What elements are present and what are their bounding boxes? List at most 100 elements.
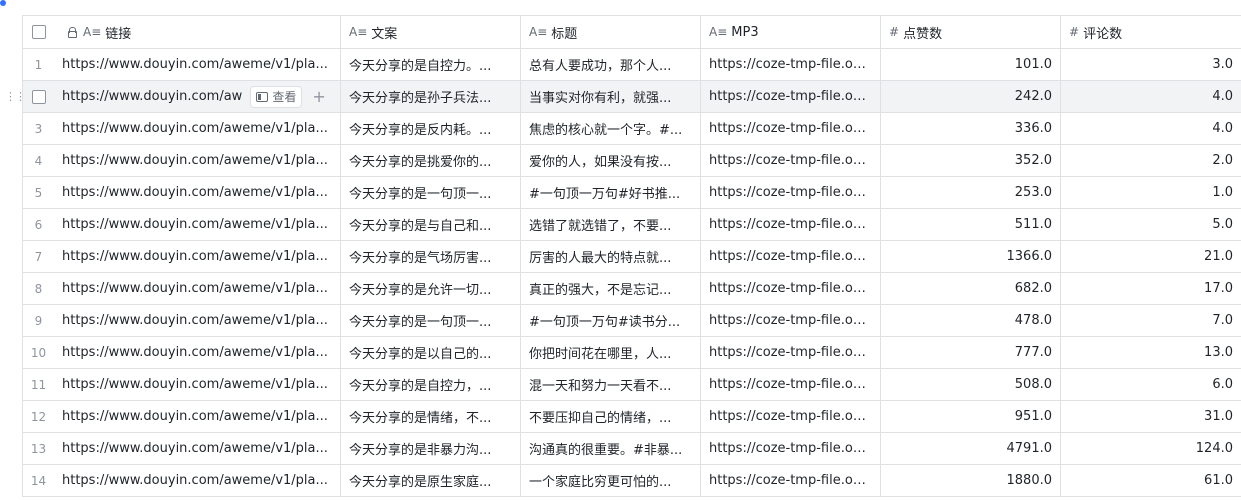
cell-mp3[interactable]: https://coze-tmp-file.oss... [701, 177, 881, 208]
table-row[interactable]: 3 https://www.douyin.com/aweme/v1/pla... 今… [23, 113, 1241, 145]
cell-mp3[interactable]: https://coze-tmp-file.oss... [701, 209, 881, 240]
cell-link[interactable]: https://www.douyin.com/aweme/v1/pla... [54, 401, 341, 432]
row-select-cell[interactable]: ⋮⋮ [5, 81, 54, 112]
column-header-likes[interactable]: # 点赞数 [881, 16, 1061, 48]
cell-title[interactable]: 总有人要成功，那个人... [521, 49, 701, 80]
cell-title[interactable]: 爱你的人，如果没有按... [521, 145, 701, 176]
cell-title[interactable]: 选错了就选错了，不要... [521, 209, 701, 240]
cell-copy[interactable]: 今天分享的是非暴力沟... [341, 433, 521, 464]
cell-link[interactable]: https://www.douyin.com/aweme/v1/pla... [54, 465, 341, 496]
select-all-checkbox[interactable] [31, 25, 46, 39]
cell-comments[interactable]: 2.0 [1061, 145, 1241, 176]
cell-likes[interactable]: 1366.0 [881, 241, 1061, 272]
table-row[interactable]: 11 https://www.douyin.com/aweme/v1/pla...… [23, 369, 1241, 401]
table-row[interactable]: 14 https://www.douyin.com/aweme/v1/pla...… [23, 465, 1241, 497]
cell-comments[interactable]: 13.0 [1061, 337, 1241, 368]
table-row[interactable]: 6 https://www.douyin.com/aweme/v1/pla... 今… [23, 209, 1241, 241]
table-row[interactable]: 13 https://www.douyin.com/aweme/v1/pla...… [23, 433, 1241, 465]
cell-likes[interactable]: 242.0 [881, 81, 1061, 112]
cell-copy[interactable]: 今天分享的是原生家庭... [341, 465, 521, 496]
cell-likes[interactable]: 4791.0 [881, 433, 1061, 464]
cell-mp3[interactable]: https://coze-tmp-file.oss... [701, 49, 881, 80]
column-header-mp3[interactable]: A≡ MP3 [701, 16, 881, 48]
table-row[interactable]: 1 https://www.douyin.com/aweme/v1/pla... 今… [23, 49, 1241, 81]
cell-link[interactable]: https://www.douyin.com/aweme/v1/pla... [54, 177, 341, 208]
cell-title[interactable]: 混一天和努力一天看不... [521, 369, 701, 400]
cell-likes[interactable]: 777.0 [881, 337, 1061, 368]
cell-copy[interactable]: 今天分享的是以自己的... [341, 337, 521, 368]
table-row[interactable]: 10 https://www.douyin.com/aweme/v1/pla...… [23, 337, 1241, 369]
cell-comments[interactable]: 5.0 [1061, 209, 1241, 240]
column-header-copy[interactable]: A≡ 文案 [341, 16, 521, 48]
cell-title[interactable]: 厉害的人最大的特点就... [521, 241, 701, 272]
cell-link[interactable]: https://www.douyin.com/aweme/v1/pla... [54, 113, 341, 144]
cell-link[interactable]: https://www.douyin.com/aweme/v1/pla... [54, 305, 341, 336]
cell-link[interactable]: https://www.douyin.com/aweme/v1/pla... [54, 145, 341, 176]
cell-copy[interactable]: 今天分享的是挑爱你的... [341, 145, 521, 176]
cell-link[interactable]: https://www.douyin.com/aweme/v1/pla... [54, 209, 341, 240]
table-row[interactable]: 9 https://www.douyin.com/aweme/v1/pla... 今… [23, 305, 1241, 337]
cell-link[interactable]: https://www.douyin.com/aweme/v1/pla... [54, 241, 341, 272]
cell-copy[interactable]: 今天分享的是自控力。... [341, 49, 521, 80]
cell-likes[interactable]: 508.0 [881, 369, 1061, 400]
cell-comments[interactable]: 61.0 [1061, 465, 1241, 496]
cell-comments[interactable]: 4.0 [1061, 113, 1241, 144]
cell-comments[interactable]: 4.0 [1061, 81, 1241, 112]
cell-mp3[interactable]: https://coze-tmp-file.oss... [701, 145, 881, 176]
cell-title[interactable]: 当事实对你有利，就强... [521, 81, 701, 112]
cell-link[interactable]: https://www.douyin.com/aw 查看 + [54, 81, 341, 112]
cell-mp3[interactable]: https://coze-tmp-file.oss... [701, 305, 881, 336]
cell-title[interactable]: 真正的强大，不是忘记... [521, 273, 701, 304]
cell-comments[interactable]: 31.0 [1061, 401, 1241, 432]
table-row[interactable]: 4 https://www.douyin.com/aweme/v1/pla... 今… [23, 145, 1241, 177]
column-header-title[interactable]: A≡ 标题 [521, 16, 701, 48]
cell-title[interactable]: #一句顶一万句#读书分... [521, 305, 701, 336]
table-row[interactable]: 5 https://www.douyin.com/aweme/v1/pla... 今… [23, 177, 1241, 209]
cell-copy[interactable]: 今天分享的是一句顶一... [341, 177, 521, 208]
cell-link[interactable]: https://www.douyin.com/aweme/v1/pla... [54, 49, 341, 80]
cell-copy[interactable]: 今天分享的是孙子兵法... [341, 81, 521, 112]
cell-title[interactable]: 一个家庭比穷更可怕的... [521, 465, 701, 496]
cell-mp3[interactable]: https://coze-tmp-file.oss... [701, 81, 881, 112]
cell-likes[interactable]: 1880.0 [881, 465, 1061, 496]
cell-comments[interactable]: 17.0 [1061, 273, 1241, 304]
cell-likes[interactable]: 336.0 [881, 113, 1061, 144]
cell-likes[interactable]: 352.0 [881, 145, 1061, 176]
cell-title[interactable]: 焦虑的核心就一个字。#... [521, 113, 701, 144]
table-row[interactable]: ⋮⋮ https://www.douyin.com/aw 查看 + 今天分享的是孙子兵法… [5, 81, 1241, 113]
cell-link[interactable]: https://www.douyin.com/aweme/v1/pla... [54, 433, 341, 464]
cell-copy[interactable]: 今天分享的是一句顶一... [341, 305, 521, 336]
cell-link[interactable]: https://www.douyin.com/aweme/v1/pla... [54, 273, 341, 304]
cell-likes[interactable]: 511.0 [881, 209, 1061, 240]
cell-comments[interactable]: 21.0 [1061, 241, 1241, 272]
column-header-link[interactable]: A≡ 链接 [54, 16, 341, 48]
view-record-button[interactable]: 查看 [250, 85, 303, 108]
cell-comments[interactable]: 124.0 [1061, 433, 1241, 464]
cell-comments[interactable]: 1.0 [1061, 177, 1241, 208]
cell-mp3[interactable]: https://coze-tmp-file.oss... [701, 273, 881, 304]
cell-comments[interactable]: 7.0 [1061, 305, 1241, 336]
cell-copy[interactable]: 今天分享的是反内耗。... [341, 113, 521, 144]
cell-likes[interactable]: 253.0 [881, 177, 1061, 208]
cell-mp3[interactable]: https://coze-tmp-file.oss... [701, 241, 881, 272]
cell-copy[interactable]: 今天分享的是允许一切... [341, 273, 521, 304]
cell-likes[interactable]: 682.0 [881, 273, 1061, 304]
cell-link[interactable]: https://www.douyin.com/aweme/v1/pla... [54, 369, 341, 400]
row-checkbox[interactable] [31, 89, 46, 104]
table-row[interactable]: 12 https://www.douyin.com/aweme/v1/pla...… [23, 401, 1241, 433]
cell-copy[interactable]: 今天分享的是自控力，... [341, 369, 521, 400]
cell-copy[interactable]: 今天分享的是气场厉害... [341, 241, 521, 272]
cell-likes[interactable]: 101.0 [881, 49, 1061, 80]
cell-copy[interactable]: 今天分享的是与自己和... [341, 209, 521, 240]
cell-mp3[interactable]: https://coze-tmp-file.oss... [701, 465, 881, 496]
table-row[interactable]: 7 https://www.douyin.com/aweme/v1/pla... 今… [23, 241, 1241, 273]
add-icon[interactable]: + [312, 87, 325, 106]
cell-link[interactable]: https://www.douyin.com/aweme/v1/pla... [54, 337, 341, 368]
cell-title[interactable]: 沟通真的很重要。#非暴... [521, 433, 701, 464]
cell-title[interactable]: 你把时间花在哪里，人... [521, 337, 701, 368]
cell-comments[interactable]: 3.0 [1061, 49, 1241, 80]
cell-likes[interactable]: 951.0 [881, 401, 1061, 432]
cell-likes[interactable]: 478.0 [881, 305, 1061, 336]
cell-comments[interactable]: 6.0 [1061, 369, 1241, 400]
table-row[interactable]: 8 https://www.douyin.com/aweme/v1/pla... 今… [23, 273, 1241, 305]
